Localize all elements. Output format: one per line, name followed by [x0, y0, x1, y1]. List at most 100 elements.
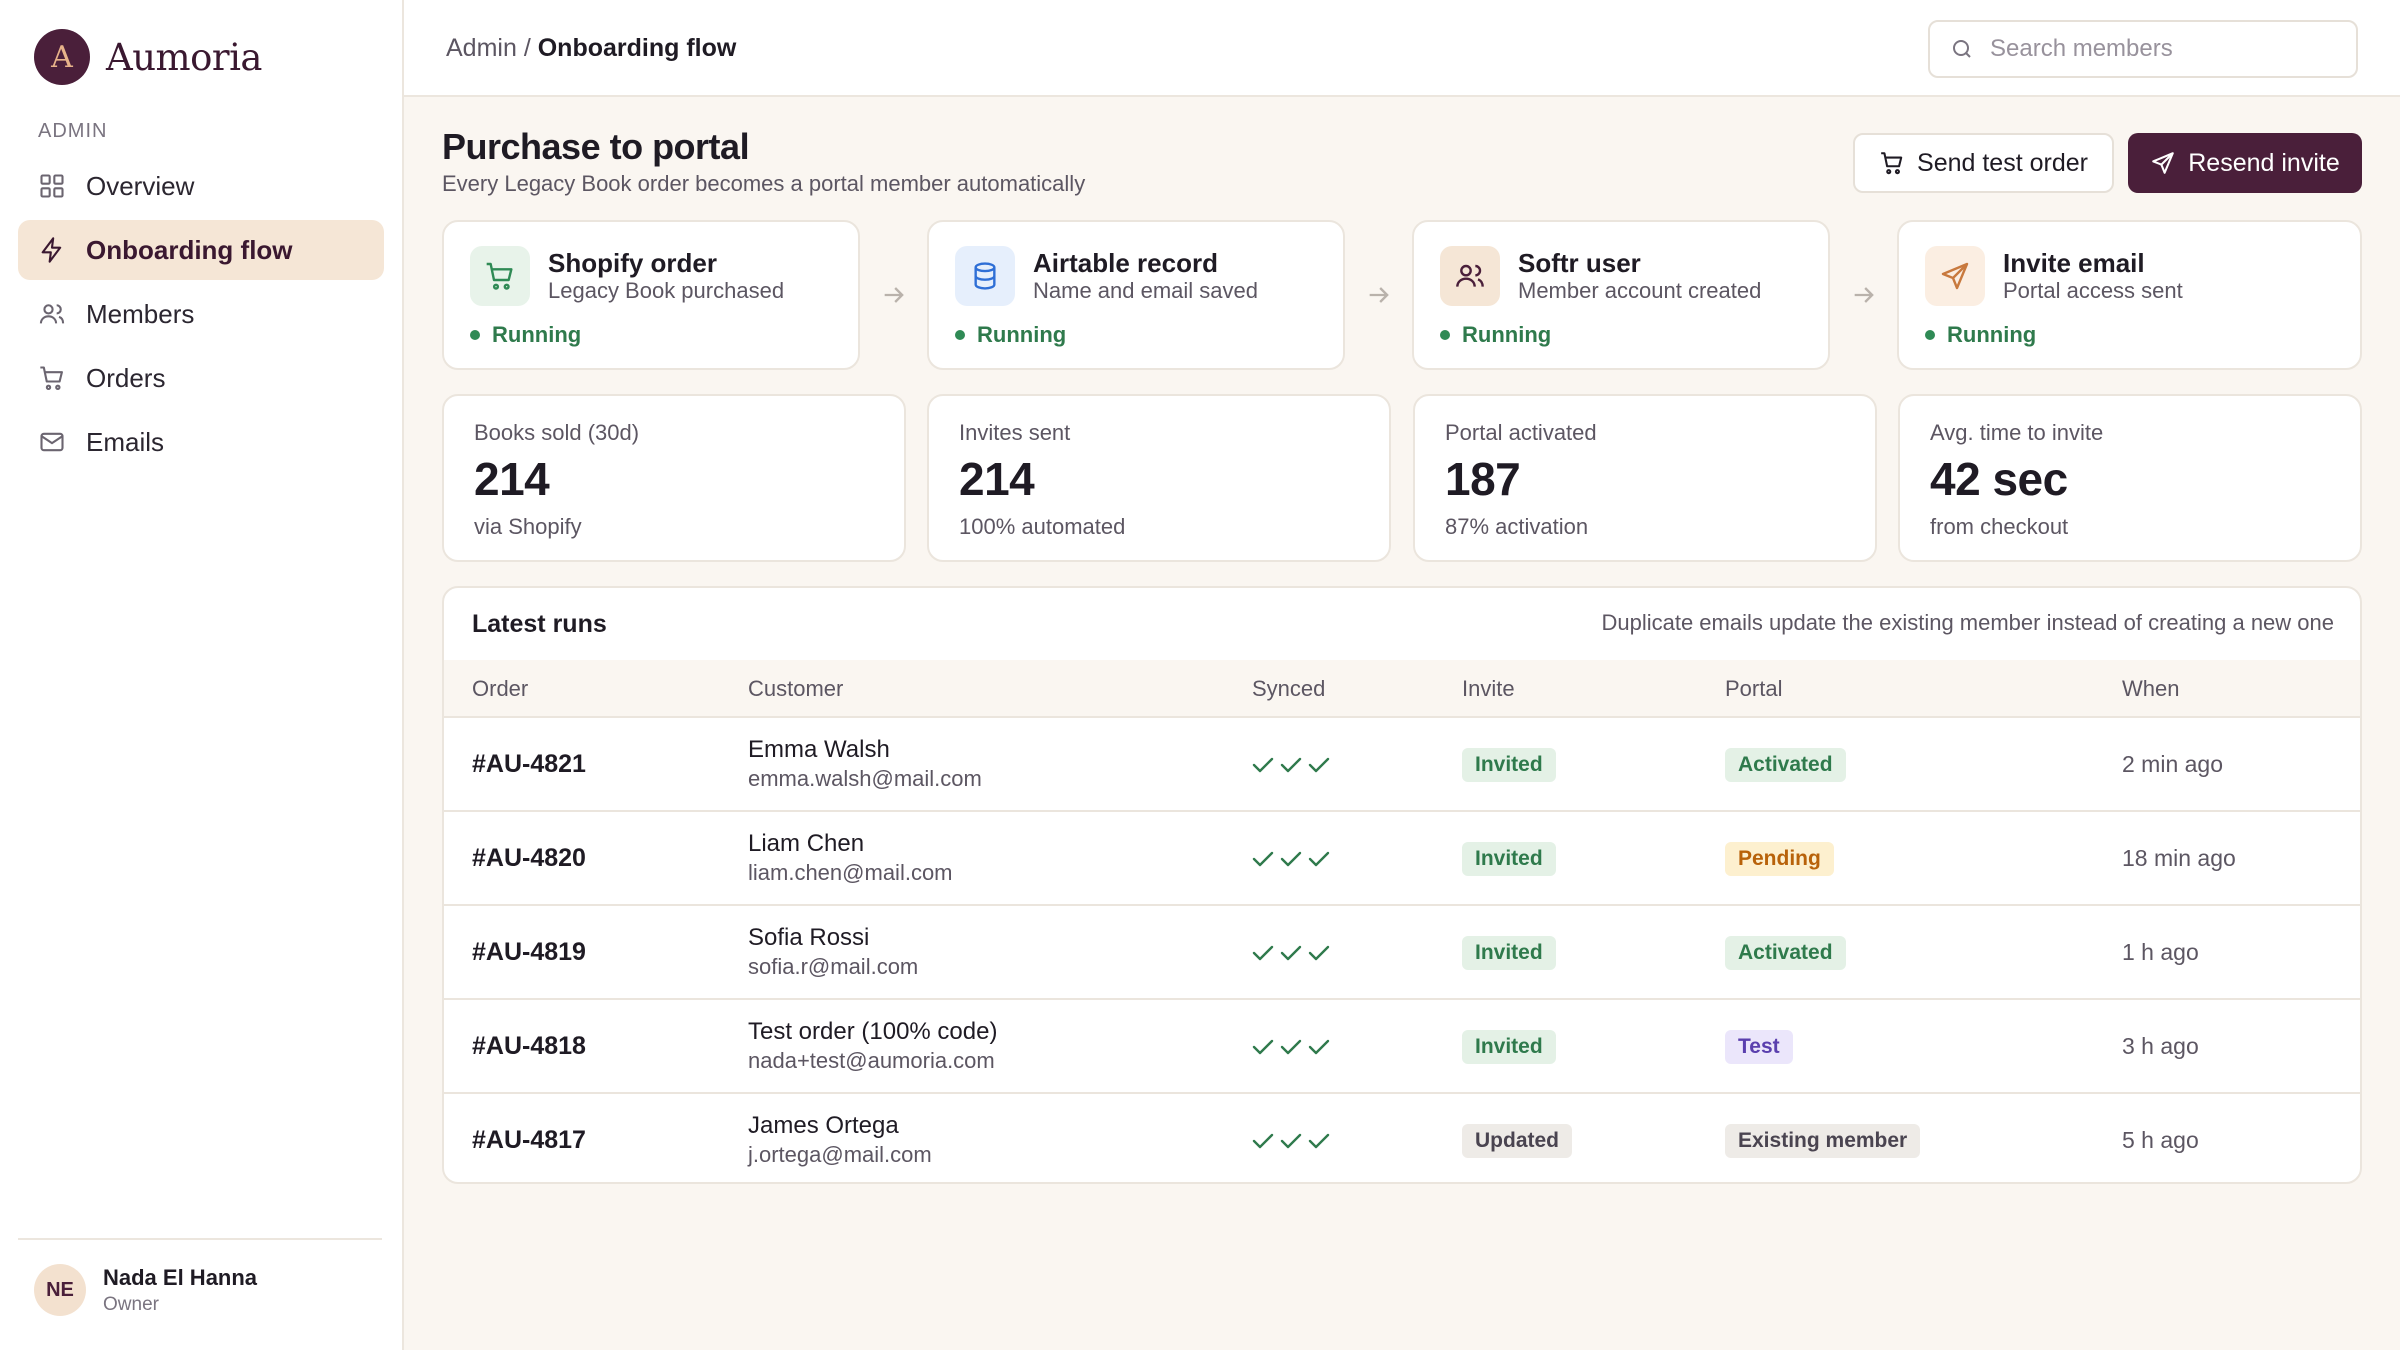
sidebar-item-label: Emails	[86, 426, 165, 457]
page-title: Purchase to portal	[442, 126, 750, 167]
run-time: 1 h ago	[2122, 939, 2199, 965]
status-dot-icon	[470, 330, 480, 340]
portal-status-badge: Pending	[1725, 842, 1834, 876]
step-icon-wrap	[470, 246, 530, 306]
sidebar-item-overview[interactable]: Overview	[18, 156, 384, 216]
column-header-portal: Portal	[1725, 676, 1783, 701]
status-dot-icon	[1440, 330, 1450, 340]
search-box[interactable]	[1928, 20, 2358, 78]
sidebar-item-label: Overview	[86, 170, 195, 201]
customer-email: sofia.r@mail.com	[748, 954, 919, 979]
users-icon	[1456, 264, 1484, 287]
send-test-order-button[interactable]: Send test order	[1853, 133, 2114, 193]
customer-name: Sofia Rossi	[748, 924, 870, 951]
step-description: Member account created	[1518, 278, 1762, 303]
customer-email: emma.walsh@mail.com	[748, 766, 982, 791]
portal-status-badge: Existing member	[1725, 1124, 1921, 1158]
user-role: Owner	[103, 1293, 159, 1315]
brand[interactable]: A Aumoria	[34, 29, 263, 85]
sidebar-item-label: Orders	[86, 362, 166, 393]
stat-label: Invites sent	[959, 420, 1071, 445]
step-description: Name and email saved	[1033, 278, 1259, 303]
search-input[interactable]	[1990, 35, 2330, 63]
flow-step-invite-email[interactable]: Invite email Portal access sent Running	[1897, 220, 2362, 370]
topbar: Admin / Onboarding flow	[404, 0, 2400, 97]
table-row[interactable]: #AU-4821 Emma Walsh emma.walsh@mail.com …	[444, 718, 2360, 812]
sidebar-item-onboarding-flow[interactable]: Onboarding flow	[18, 220, 384, 280]
customer-email: liam.chen@mail.com	[748, 860, 953, 885]
sidebar-divider	[18, 1238, 382, 1240]
status-label: Running	[1462, 322, 1552, 347]
run-time: 5 h ago	[2122, 1127, 2199, 1153]
send-test-order-label: Send test order	[1917, 148, 2088, 177]
sidebar-section-label: ADMIN	[38, 120, 108, 142]
stat-card-portal-activated: Portal activated 187 87% activation	[1413, 394, 1877, 562]
latest-runs-title: Latest runs	[472, 610, 607, 638]
customer-email: nada+test@aumoria.com	[748, 1048, 995, 1073]
status-dot-icon	[955, 330, 965, 340]
step-icon-wrap	[1440, 246, 1500, 306]
portal-status-badge: Activated	[1725, 748, 1846, 782]
table-row[interactable]: #AU-4820 Liam Chen liam.chen@mail.com In…	[444, 812, 2360, 906]
brand-name: Aumoria	[106, 35, 263, 79]
order-id[interactable]: #AU-4818	[472, 1032, 586, 1061]
sidebar-item-emails[interactable]: Emails	[18, 412, 384, 472]
customer-email: j.ortega@mail.com	[748, 1142, 932, 1167]
table-row[interactable]: #AU-4818 Test order (100% code) nada+tes…	[444, 1000, 2360, 1094]
customer-name: Emma Walsh	[748, 736, 890, 763]
run-time: 3 h ago	[2122, 1033, 2199, 1059]
page-subtitle: Every Legacy Book order becomes a portal…	[442, 171, 1086, 196]
flow-step-airtable-record[interactable]: Airtable record Name and email saved Run…	[927, 220, 1345, 370]
sidebar-item-orders[interactable]: Orders	[18, 348, 384, 408]
status-label: Running	[1947, 322, 2037, 347]
step-icon-wrap	[955, 246, 1015, 306]
stat-card-invites-sent: Invites sent 214 100% automated	[927, 394, 1391, 562]
sidebar-nav: Overview Onboarding flow Members Orders …	[18, 156, 384, 476]
sidebar-item-members[interactable]: Members	[18, 284, 384, 344]
resend-invite-button[interactable]: Resend invite	[2128, 133, 2362, 193]
table-row[interactable]: #AU-4819 Sofia Rossi sofia.r@mail.com In…	[444, 906, 2360, 1000]
order-id[interactable]: #AU-4819	[472, 938, 586, 967]
synced-checks-icon	[1252, 1133, 1330, 1149]
flow-step-shopify-order[interactable]: Shopify order Legacy Book purchased Runn…	[442, 220, 860, 370]
status-badge: Running	[1925, 322, 2036, 348]
user-info: Nada El Hanna Owner	[103, 1265, 257, 1316]
table-header: Order Customer Synced Invite Portal When	[444, 660, 2360, 718]
breadcrumb-parent[interactable]: Admin	[446, 34, 517, 62]
stat-subtext: via Shopify	[474, 514, 582, 539]
invite-status-badge: Invited	[1462, 936, 1556, 970]
stat-label: Portal activated	[1445, 420, 1597, 445]
user-profile[interactable]: NE Nada El Hanna Owner	[34, 1264, 257, 1316]
column-header-when: When	[2122, 676, 2180, 701]
step-title: Shopify order	[548, 248, 718, 278]
synced-checks-icon	[1252, 1039, 1330, 1055]
column-header-customer: Customer	[748, 676, 844, 701]
stat-label: Avg. time to invite	[1930, 420, 2104, 445]
send-icon	[1941, 262, 1969, 290]
column-header-order: Order	[472, 676, 529, 701]
step-icon-wrap	[1925, 246, 1985, 306]
latest-runs-note: Duplicate emails update the existing mem…	[1601, 610, 2334, 635]
step-title: Airtable record	[1033, 248, 1218, 278]
stat-value: 214	[959, 453, 1035, 505]
order-id[interactable]: #AU-4820	[472, 844, 586, 873]
latest-runs-card: Latest runs Duplicate emails update the …	[442, 586, 2362, 1184]
status-dot-icon	[1925, 330, 1935, 340]
cart-icon	[486, 262, 513, 290]
flow-step-softr-user[interactable]: Softr user Member account created Runnin…	[1412, 220, 1830, 370]
portal-status-badge: Test	[1725, 1030, 1793, 1064]
stat-label: Books sold (30d)	[474, 420, 640, 445]
order-id[interactable]: #AU-4821	[472, 750, 586, 779]
order-id[interactable]: #AU-4817	[472, 1126, 586, 1155]
run-time: 18 min ago	[2122, 845, 2236, 871]
run-time: 2 min ago	[2122, 751, 2224, 777]
search-icon	[1953, 40, 1971, 58]
sidebar: A Aumoria ADMIN Overview Onboarding flow…	[0, 0, 404, 1350]
table-row[interactable]: #AU-4817 James Ortega j.ortega@mail.com …	[444, 1094, 2360, 1182]
step-title: Invite email	[2003, 248, 2145, 278]
portal-status-badge: Activated	[1725, 936, 1846, 970]
status-badge: Running	[955, 322, 1066, 348]
status-badge: Running	[1440, 322, 1551, 348]
invite-status-badge: Invited	[1462, 1030, 1556, 1064]
synced-checks-icon	[1252, 851, 1330, 867]
